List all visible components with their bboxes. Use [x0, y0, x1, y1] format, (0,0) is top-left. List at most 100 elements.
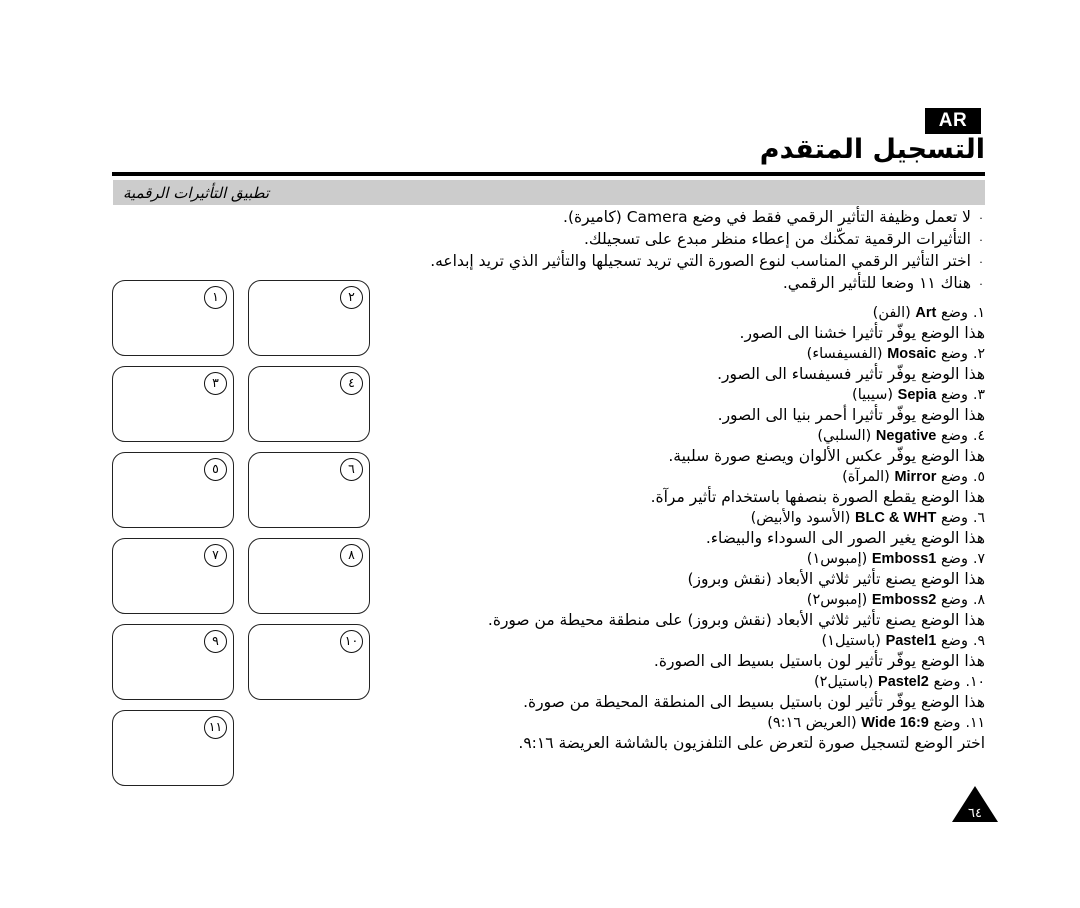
thumbnail-number-badge: ٧	[204, 544, 227, 567]
mode-name-arabic: (الفن)	[872, 305, 911, 321]
mode-name-prefix: وضع	[940, 633, 969, 649]
intro-bullet-item: · اختر التأثير الرقمي المناسب لنوع الصورة…	[90, 251, 985, 273]
mode-name-prefix: وضع	[940, 387, 969, 403]
screen-thumbnail: ٥	[112, 452, 234, 528]
intro-bullet-text: اختر التأثير الرقمي المناسب لنوع الصورة …	[430, 252, 971, 270]
screen-thumbnail: ٣	[112, 366, 234, 442]
intro-bullet-item: · لا تعمل وظيفة التأثير الرقمي فقط في وضع…	[90, 207, 985, 229]
mode-name-prefix: وضع	[940, 346, 969, 362]
intro-bullet-text: لا تعمل وظيفة التأثير الرقمي فقط في وضع …	[563, 208, 971, 226]
bullet-icon: ·	[979, 278, 983, 291]
thumbnail-row: ٣٤	[112, 366, 370, 442]
screen-thumbnail: ٧	[112, 538, 234, 614]
thumbnail-number-badge: ٢	[340, 286, 363, 309]
mode-name-english: 16:9 Wide	[861, 715, 929, 731]
intro-bullet-item: · التأثيرات الرقمية تمكّنك من إعطاء منظر …	[90, 229, 985, 251]
mode-name-english: Emboss2	[871, 592, 937, 608]
screen-thumbnail: ٩	[112, 624, 234, 700]
thumbnail-row: ٥٦	[112, 452, 370, 528]
mode-name: وضع Negative (السلبي)	[817, 426, 968, 446]
thumbnail-row: ٩ ١٠	[112, 624, 370, 700]
mode-name-arabic: (إمبوس١)	[806, 551, 868, 567]
mode-number: ٧.	[973, 551, 985, 567]
screen-thumbnail: ٦	[248, 452, 370, 528]
mode-name: وضع Pastel1 (باستيل١)	[821, 631, 968, 651]
page-number-label: ٦٤	[968, 806, 982, 821]
mode-name-english: Mosaic	[887, 346, 937, 362]
mode-name-arabic: (السلبي)	[817, 428, 872, 444]
thumbnail-row: ٧٨	[112, 538, 370, 614]
mode-name-prefix: وضع	[933, 674, 961, 690]
bullet-icon: ·	[979, 256, 983, 269]
mode-name-prefix: وضع	[940, 592, 969, 608]
mode-number: ٢.	[973, 346, 985, 362]
section-header-label: تطبيق التأثيرات الرقمية	[123, 183, 270, 202]
mode-number: ١٠.	[965, 674, 986, 690]
mode-number: ٦.	[973, 510, 985, 526]
mode-name-prefix: وضع	[940, 510, 969, 526]
mode-number: ١.	[973, 305, 985, 321]
screen-thumbnail: ٤	[248, 366, 370, 442]
title-divider	[112, 172, 985, 176]
mode-name-arabic: (باستيل١)	[821, 633, 881, 649]
screen-thumbnail: ١١	[112, 710, 234, 786]
mode-name-english: Pastel1	[885, 633, 937, 649]
bullet-icon: ·	[979, 234, 983, 247]
mode-name-prefix: وضع	[940, 305, 969, 321]
thumbnail-number-badge: ٤	[340, 372, 363, 395]
thumbnail-number-badge: ١٠	[340, 630, 363, 653]
mode-name-english: Mirror	[894, 469, 937, 485]
mode-number: ٣.	[973, 387, 985, 403]
thumbnail-number-badge: ١١	[204, 716, 227, 739]
mode-name: وضع Emboss2 (إمبوس٢)	[807, 590, 968, 610]
thumbnail-number-badge: ٦	[340, 458, 363, 481]
mode-name: وضع Mirror (المرآة)	[842, 467, 968, 487]
mode-name-arabic: (باستيل٢)	[813, 674, 874, 690]
mode-name-english: Pastel2	[878, 674, 929, 690]
mode-name-arabic: (الفسيفساء)	[806, 346, 883, 362]
mode-name: وضع Pastel2 (باستيل٢)	[814, 672, 961, 692]
mode-name: وضع Emboss1 (إمبوس١)	[807, 549, 968, 569]
mode-number: ٨.	[973, 592, 985, 608]
mode-name-arabic: (إمبوس٢)	[806, 592, 868, 608]
language-badge: AR	[925, 108, 981, 134]
screen-thumbnail: ٨	[248, 538, 370, 614]
mode-name-arabic: (المرآة)	[842, 469, 890, 485]
screen-thumbnail: ١٠	[248, 624, 370, 700]
mode-name: وضع BLC & WHT (الأسود والأبيض)	[751, 508, 968, 528]
mode-name: وضع Art (الفن)	[873, 303, 968, 323]
bullet-icon: ·	[979, 212, 983, 225]
thumbnail-number-badge: ١	[204, 286, 227, 309]
page-title: التسجيل المتقدم	[759, 134, 985, 165]
mode-name-prefix: وضع	[933, 715, 961, 731]
thumbnail-number-badge: ٥	[204, 458, 227, 481]
mode-name-english: Emboss1	[871, 551, 937, 567]
thumbnail-row: ١٢	[112, 280, 370, 356]
thumbnail-spacer	[248, 710, 370, 786]
mode-name: وضع Sepia (سيبيا)	[852, 385, 968, 405]
thumbnail-row: ١١	[112, 710, 370, 786]
section-header-bar: تطبيق التأثيرات الرقمية	[113, 180, 985, 205]
screen-thumbnail: ١	[112, 280, 234, 356]
thumbnail-number-badge: ٨	[340, 544, 363, 567]
intro-bullet-text: التأثيرات الرقمية تمكّنك من إعطاء منظر م…	[583, 230, 971, 248]
mode-name-english: Sepia	[897, 387, 937, 403]
screen-thumbnail-grid: ١ ٢ ٣ ٤ ٥ ٦ ٧ ٨ ٩ ١٠ ١١	[112, 280, 370, 796]
screen-thumbnail: ٢	[248, 280, 370, 356]
mode-name: وضع 16:9 Wide (العريض ٩:١٦)	[767, 713, 960, 733]
mode-name-arabic: (الأسود والأبيض)	[750, 510, 851, 526]
mode-name-prefix: وضع	[940, 551, 969, 567]
mode-name-english: Negative	[875, 428, 937, 444]
mode-number: ٥.	[973, 469, 985, 485]
mode-name-english: Art	[915, 305, 937, 321]
mode-number: ٩.	[973, 633, 985, 649]
mode-name-arabic: (العريض ٩:١٦)	[767, 715, 857, 731]
document-page: AR التسجيل المتقدم تطبيق التأثيرات الرقم…	[0, 0, 1080, 908]
mode-name: وضع Mosaic (الفسيفساء)	[807, 344, 968, 364]
thumbnail-number-badge: ٩	[204, 630, 227, 653]
page-number-badge: ٦٤	[952, 786, 998, 822]
mode-number: ١١.	[965, 715, 986, 731]
mode-name-prefix: وضع	[940, 428, 969, 444]
mode-name-prefix: وضع	[940, 469, 969, 485]
mode-number: ٤.	[973, 428, 985, 444]
